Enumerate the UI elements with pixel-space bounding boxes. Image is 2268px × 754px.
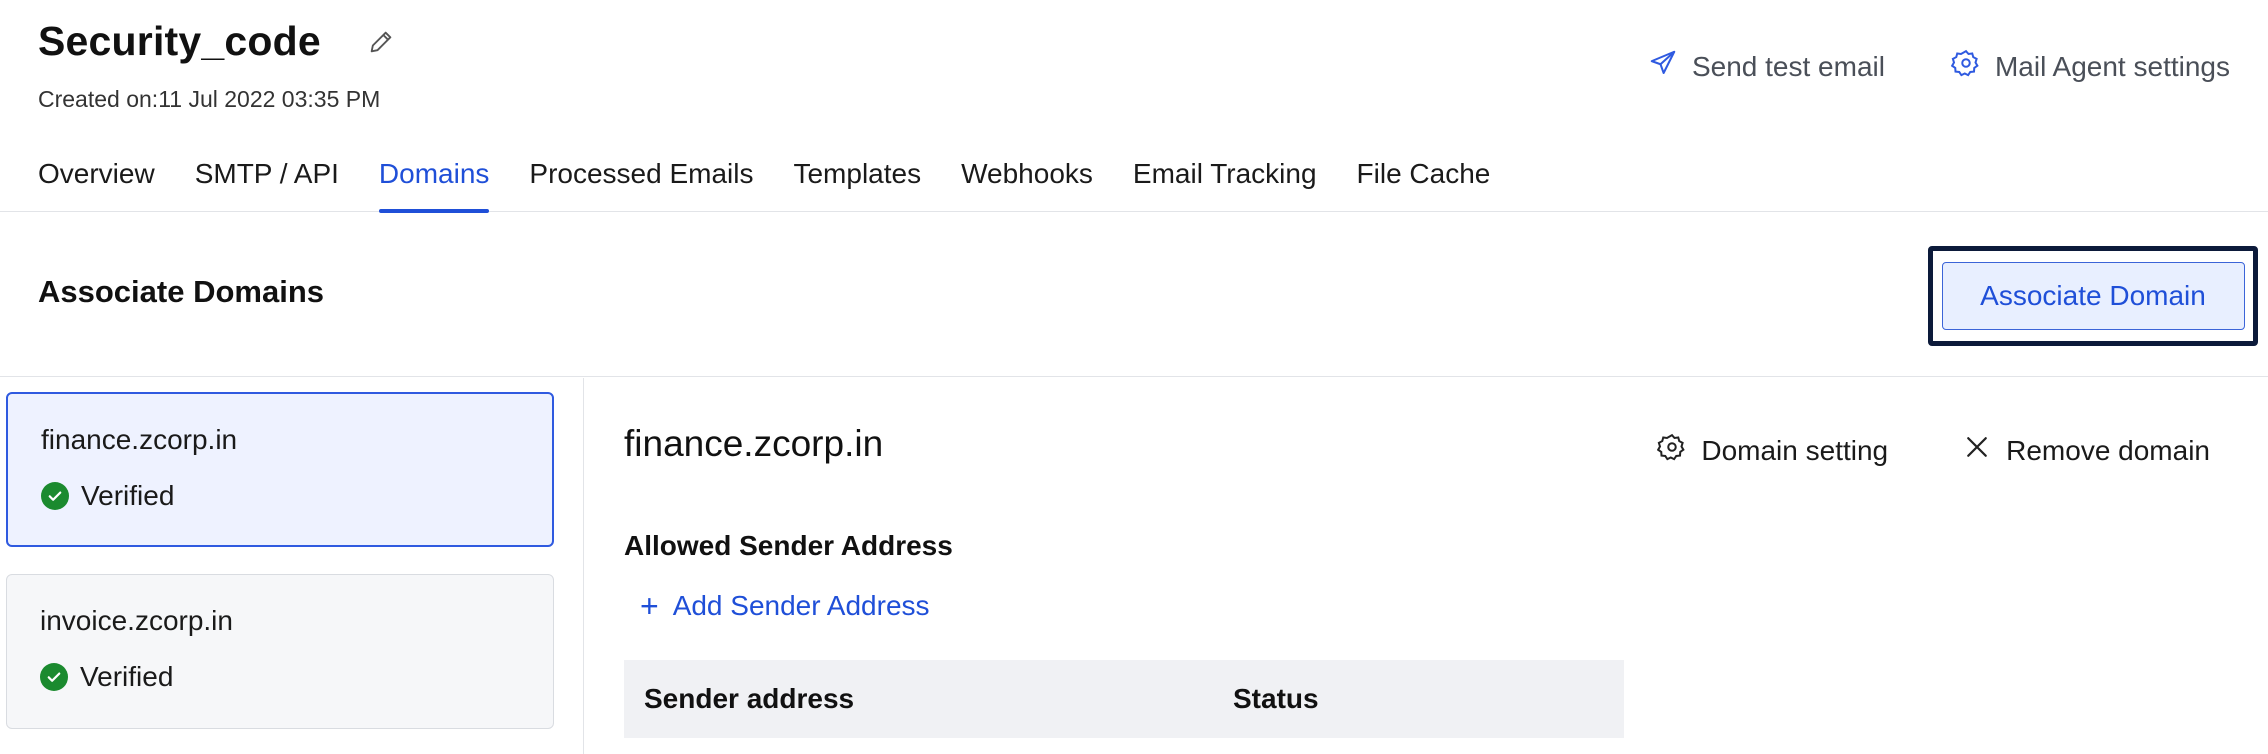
column-header-status: Status [1233, 683, 1319, 714]
gear-icon [1657, 432, 1687, 469]
check-circle-icon [41, 482, 69, 510]
allowed-sender-heading: Allowed Sender Address [624, 530, 953, 561]
tab-overview[interactable]: Overview [38, 158, 155, 212]
mail-agent-settings-button[interactable]: Mail Agent settings [1950, 48, 2230, 85]
tab-smtp-api[interactable]: SMTP / API [195, 158, 339, 212]
send-test-email-label: Send test email [1691, 50, 1885, 82]
send-test-email-button[interactable]: Send test email [1648, 48, 1885, 85]
domain-detail-panel: finance.zcorp.in Domain setting Remove d… [585, 378, 2268, 754]
remove-domain-label: Remove domain [2006, 434, 2210, 466]
associate-domain-button[interactable]: Associate Domain [1941, 262, 2245, 330]
domain-card-invoice[interactable]: invoice.zcorp.in Verified [6, 574, 554, 729]
app-header: Security_code Created on:11 Jul 2022 03:… [0, 0, 2268, 213]
domain-name: invoice.zcorp.in [40, 605, 233, 636]
check-circle-icon [40, 663, 68, 691]
close-icon [1962, 432, 1992, 469]
domain-status: Verified [41, 480, 174, 512]
created-date: Created on:11 Jul 2022 03:35 PM [38, 86, 381, 112]
page-title: Security_code [38, 18, 321, 64]
plus-icon: + [640, 588, 659, 624]
tab-processed-emails[interactable]: Processed Emails [529, 158, 753, 212]
domain-setting-button[interactable]: Domain setting [1657, 432, 1888, 469]
add-sender-label: Add Sender Address [672, 590, 930, 621]
tab-domains[interactable]: Domains [378, 158, 490, 213]
section-title: Associate Domains [38, 274, 324, 309]
pencil-icon[interactable] [367, 28, 395, 56]
associate-domains-header: Associate Domains Associate Domain [0, 212, 2268, 377]
domain-list: finance.zcorp.in Verified invoice.zcorp.… [0, 378, 584, 754]
status-label: Verified [81, 480, 175, 511]
domain-detail-actions: Domain setting Remove domain [1657, 432, 2210, 469]
title-row: Security_code [38, 18, 395, 65]
column-header-sender: Sender address [644, 683, 855, 714]
domain-status: Verified [40, 661, 173, 693]
domain-setting-label: Domain setting [1701, 434, 1889, 466]
tab-webhooks[interactable]: Webhooks [961, 158, 1093, 212]
domain-detail-title: finance.zcorp.in [624, 423, 884, 464]
paper-plane-icon [1648, 48, 1678, 85]
tab-file-cache[interactable]: File Cache [1357, 158, 1491, 212]
header-actions: Send test email Mail Agent settings [1648, 48, 2230, 85]
domain-card-finance[interactable]: finance.zcorp.in Verified [6, 392, 554, 547]
tab-bar: Overview SMTP / API Domains Processed Em… [38, 158, 1491, 213]
add-sender-address-button[interactable]: + Add Sender Address [640, 590, 930, 622]
remove-domain-button[interactable]: Remove domain [1962, 432, 2210, 469]
sender-table-header: Sender address Status [624, 660, 1624, 738]
tab-templates[interactable]: Templates [793, 158, 921, 212]
gear-icon [1950, 48, 1981, 85]
mail-agent-settings-label: Mail Agent settings [1994, 50, 2230, 82]
status-label: Verified [80, 661, 174, 692]
associate-domain-focus-ring: Associate Domain [1928, 246, 2258, 346]
domain-name: finance.zcorp.in [41, 424, 238, 455]
tab-email-tracking[interactable]: Email Tracking [1133, 158, 1317, 212]
